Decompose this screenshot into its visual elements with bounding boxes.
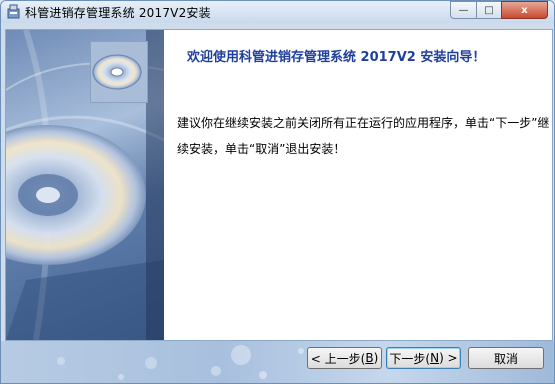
close-icon: x — [521, 4, 528, 16]
installer-app-icon — [7, 4, 20, 19]
cd-thumbnail — [90, 41, 148, 103]
installer-window: 科管进销存管理系统 2017V2安装 — □ x 欢迎使用科管进销存管理系统 2… — [0, 0, 555, 384]
welcome-panel: 欢迎使用科管进销存管理系统 2017V2 安装向导！ 建议你在继续安装之前关闭所… — [164, 30, 552, 340]
close-button[interactable]: x — [501, 1, 548, 19]
window-title: 科管进销存管理系统 2017V2安装 — [25, 6, 211, 20]
minimize-button[interactable]: — — [450, 1, 477, 19]
next-button[interactable]: 下一步(N) > — [386, 347, 461, 369]
wizard-body: 欢迎使用科管进销存管理系统 2017V2 安装向导！ 建议你在继续安装之前关闭所… — [5, 29, 553, 341]
title-bar[interactable]: 科管进销存管理系统 2017V2安装 — □ x — [1, 1, 554, 23]
cd-disc-icon — [91, 42, 147, 102]
minimize-icon: — — [458, 4, 469, 16]
cancel-button[interactable]: 取消 — [468, 347, 544, 369]
maximize-icon: □ — [484, 4, 494, 16]
side-banner-image — [6, 30, 164, 340]
back-button[interactable]: < 上一步(B) — [307, 347, 382, 369]
maximize-button[interactable]: □ — [476, 1, 502, 19]
instruction-text: 建议你在继续安装之前关闭所有正在运行的应用程序，单击“下一步”继续安装，单击“取… — [177, 116, 550, 156]
welcome-heading: 欢迎使用科管进销存管理系统 2017V2 安装向导！ — [187, 50, 486, 65]
